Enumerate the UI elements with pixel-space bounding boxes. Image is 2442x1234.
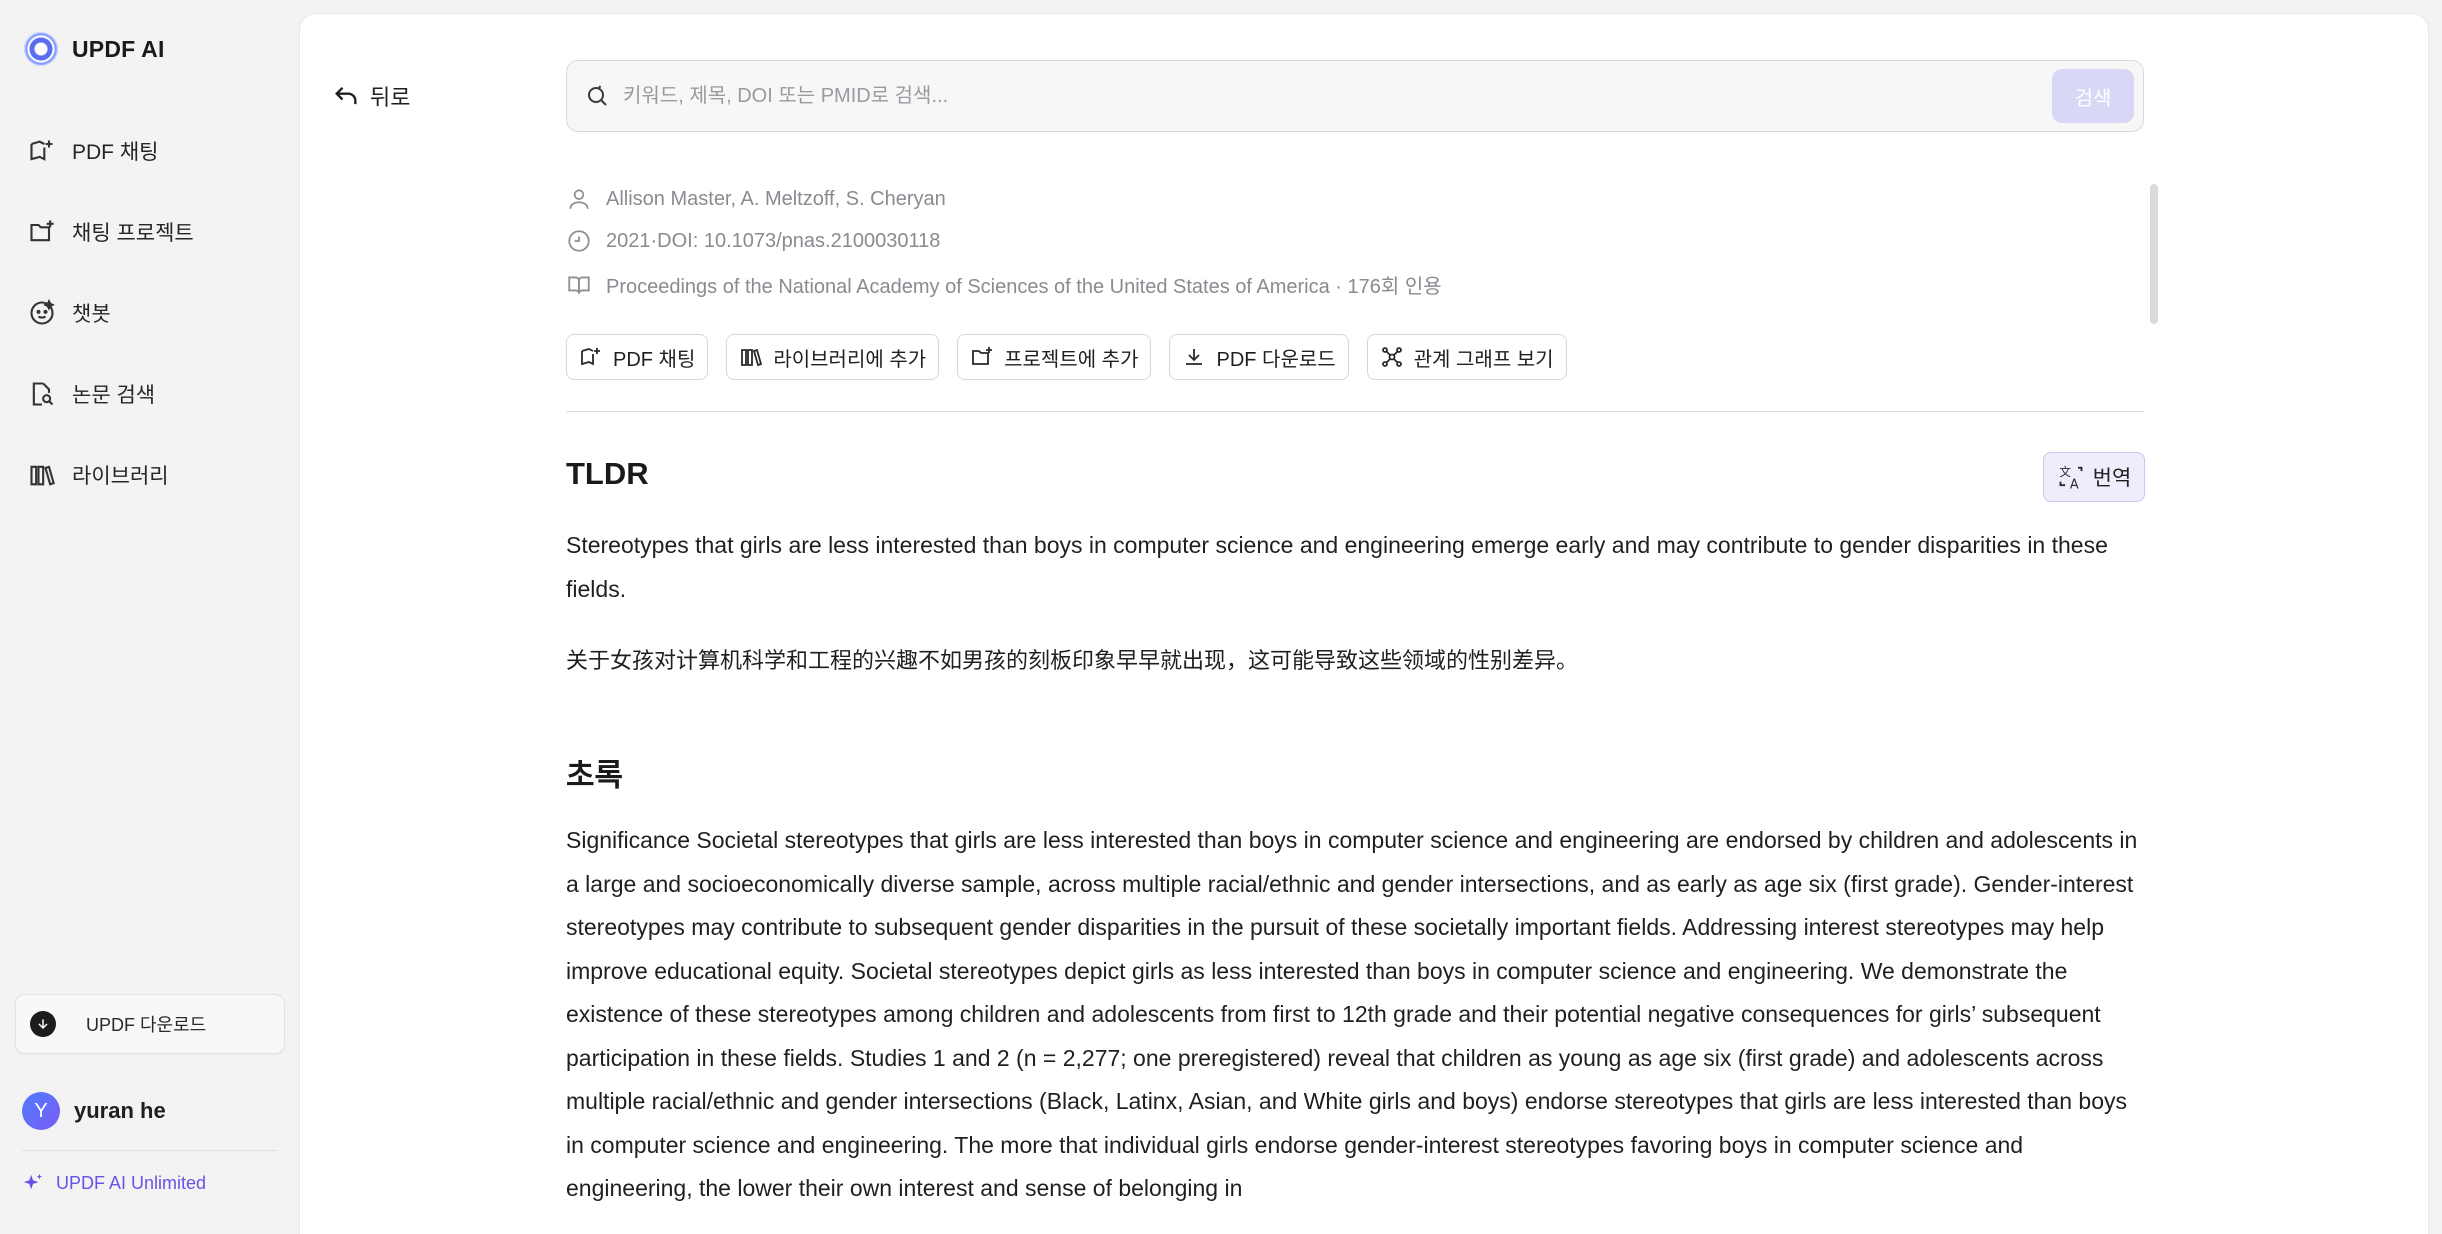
sidebar-item-library[interactable]: 라이브러리 (28, 434, 194, 515)
sidebar: UPDF AI PDF 채팅 채팅 프로젝트 챗봇 논문 검색 라이브러리 UP… (0, 0, 300, 1224)
folder-plus-icon (972, 347, 993, 365)
clock-icon (568, 230, 590, 252)
sidebar-item-pdf-chat[interactable]: PDF 채팅 (28, 110, 194, 191)
venue-text: Proceedings of the National Academy of S… (606, 276, 1442, 298)
user-name: yuran he (74, 1098, 166, 1123)
book-plus-icon (581, 348, 600, 366)
translate-icon: 文 A (2059, 465, 2083, 491)
user-icon (569, 189, 589, 209)
view-relation-graph-button[interactable]: 관계 그래프 보기 (1366, 334, 1567, 380)
add-to-project-button[interactable]: 프로젝트에 추가 (957, 334, 1152, 380)
paper-venue: Proceedings of the National Academy of S… (566, 270, 1442, 299)
graph-icon (1381, 347, 1402, 367)
section-divider (566, 411, 2144, 412)
open-book-icon (568, 275, 590, 294)
abstract-text: Significance Societal stereotypes that g… (566, 827, 2138, 1201)
pdf-chat-button[interactable]: PDF 채팅 (566, 334, 709, 380)
sparkle-icon (23, 1173, 43, 1190)
document-search-icon (32, 381, 54, 406)
action-label: 프로젝트에 추가 (1004, 348, 1139, 371)
user-profile[interactable]: Y yuran he (22, 1092, 166, 1130)
abstract-heading: 초록 (566, 758, 624, 793)
download-updf-button[interactable]: UPDF 다운로드 (15, 994, 285, 1054)
paper-year-doi: 2021·DOI: 10.1073/pnas.2100030118 (566, 228, 940, 254)
library-icon (30, 464, 55, 486)
tldr-heading: TLDR (566, 456, 649, 491)
sidebar-item-label: 논문 검색 (72, 383, 156, 407)
library-icon (741, 348, 763, 367)
sidebar-item-label: PDF 채팅 (72, 140, 159, 164)
download-label: UPDF 다운로드 (86, 1015, 207, 1035)
sidebar-nav: PDF 채팅 채팅 프로젝트 챗봇 논문 검색 라이브러리 (28, 110, 194, 515)
brand[interactable]: UPDF AI (24, 32, 165, 66)
back-arrow-icon (335, 87, 357, 105)
download-icon (1186, 349, 1203, 365)
sidebar-item-chatbot[interactable]: 챗봇 (28, 272, 194, 353)
updf-logo-icon (24, 32, 58, 66)
sidebar-item-chat-projects[interactable]: 채팅 프로젝트 (28, 191, 194, 272)
year-doi-text: 2021·DOI: 10.1073/pnas.2100030118 (606, 229, 941, 252)
action-label: 라이브러리에 추가 (773, 348, 927, 371)
tldr-text-zh: 关于女孩对计算机科学和工程的兴趣不如男孩的刻板印象早早就出现，这可能导致这些领域… (566, 649, 1579, 674)
action-label: 관계 그래프 보기 (1413, 348, 1554, 371)
plan-link[interactable]: UPDF AI Unlimited (22, 1172, 206, 1194)
avatar: Y (22, 1092, 60, 1130)
paper-actions: PDF 채팅 라이브러리에 추가 프로젝트에 추가 PDF 다운로드 관계 그래… (566, 334, 1567, 380)
sidebar-divider (22, 1150, 278, 1151)
scrollbar-thumb[interactable] (2150, 184, 2158, 324)
svg-text:A: A (2070, 478, 2079, 491)
search-icon (588, 85, 607, 106)
sidebar-item-label: 채팅 프로젝트 (72, 221, 194, 245)
sidebar-item-label: 챗봇 (72, 302, 111, 326)
back-button[interactable]: 뒤로 (332, 80, 410, 112)
folder-plus-icon (30, 219, 54, 241)
action-label: PDF 채팅 (613, 348, 696, 371)
paper-authors: Allison Master, A. Meltzoff, S. Cheryan (566, 186, 946, 212)
plan-label: UPDF AI Unlimited (56, 1172, 207, 1193)
main-panel: 뒤로 검색 Allison Master, A. Meltzoff, S. Ch… (300, 14, 2428, 1234)
book-plus-icon (30, 140, 53, 161)
sidebar-item-label: 라이브러리 (72, 464, 169, 488)
search-bar: 검색 (566, 60, 2144, 132)
search-button[interactable]: 검색 (2052, 69, 2134, 123)
authors-text: Allison Master, A. Meltzoff, S. Cheryan (606, 187, 946, 210)
download-icon (30, 1011, 56, 1037)
pdf-download-button[interactable]: PDF 다운로드 (1169, 334, 1349, 380)
search-input[interactable] (621, 83, 2052, 109)
translate-label: 번역 (2092, 467, 2132, 490)
bot-face-icon (30, 298, 55, 325)
action-label: PDF 다운로드 (1216, 348, 1336, 371)
add-to-library-button[interactable]: 라이브러리에 추가 (726, 334, 940, 380)
translate-button[interactable]: 文 A 번역 (2043, 452, 2145, 502)
sidebar-item-paper-search[interactable]: 논문 검색 (28, 353, 194, 434)
back-label: 뒤로 (370, 85, 411, 110)
brand-name: UPDF AI (72, 35, 165, 62)
tldr-text-en: Stereotypes that girls are less interest… (566, 532, 2108, 602)
